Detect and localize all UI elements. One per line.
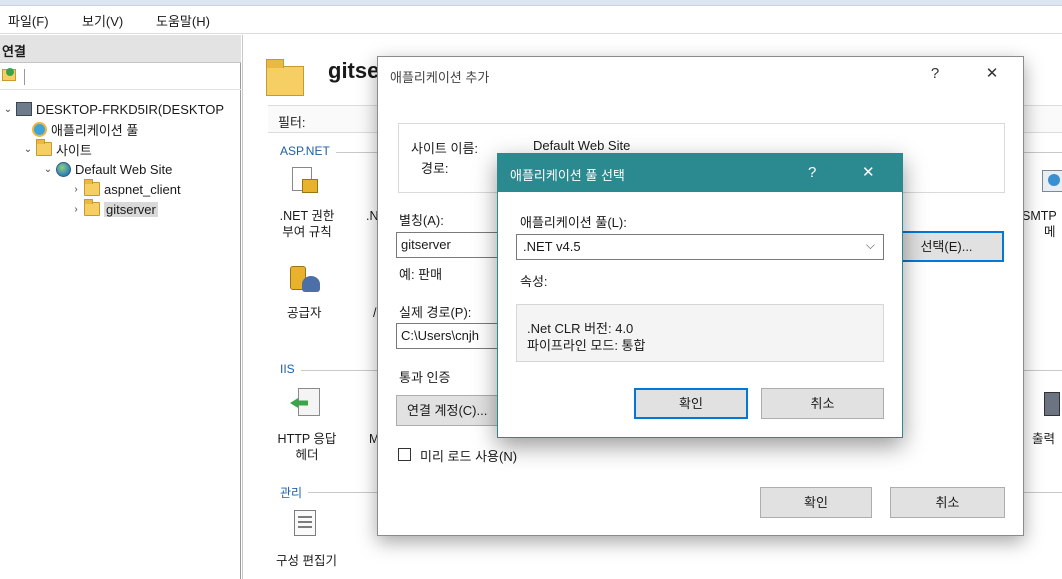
menu-view[interactable]: 보기(V) xyxy=(82,11,123,30)
feature-label-truncated: / xyxy=(373,306,377,320)
example-text: 예: 판매 xyxy=(399,267,443,282)
feature-label-http-headers-line2: 헤더 xyxy=(295,448,319,462)
feature-label-smtp-line1: SMTP xyxy=(1022,209,1057,223)
preload-checkbox[interactable] xyxy=(398,448,411,461)
alias-label: 별칭(A): xyxy=(399,213,444,228)
pool-dialog-titlebar: 애플리케이션 풀 선택 ? ✕ xyxy=(498,154,902,192)
filter-label: 필터: xyxy=(278,115,306,130)
expand-chevron-icon[interactable]: › xyxy=(70,204,82,215)
cancel-button[interactable]: 취소 xyxy=(890,487,1005,518)
server-icon xyxy=(16,102,32,116)
connections-header: 연결 xyxy=(0,35,241,63)
app-pool-selected-value: .NET v4.5 xyxy=(523,239,581,254)
providers-icon[interactable] xyxy=(290,262,322,294)
section-aspnet: ASP.NET xyxy=(280,144,336,158)
help-button[interactable]: ? xyxy=(923,65,947,82)
section-manage: 관리 xyxy=(280,484,309,501)
ok-button[interactable]: 확인 xyxy=(760,487,872,518)
feature-label-providers[interactable]: 공급자 xyxy=(287,305,322,321)
http-headers-icon[interactable] xyxy=(290,388,322,420)
help-button[interactable]: ? xyxy=(808,164,816,181)
tree-node-server[interactable]: ⌄ DESKTOP-FRKD5IR(DESKTOP xyxy=(2,99,224,119)
alias-input[interactable]: gitserver xyxy=(396,232,506,258)
tree-label-gitserver: gitserver xyxy=(104,201,158,217)
tree-node-default-site[interactable]: ⌄ Default Web Site xyxy=(42,159,172,179)
feature-label-http-headers[interactable]: HTTP 응답 헤더 xyxy=(276,431,338,463)
folder-icon xyxy=(84,179,100,196)
feature-label-http-headers-line1: HTTP 응답 xyxy=(277,432,337,446)
smtp-icon[interactable] xyxy=(1040,166,1062,198)
tree-label-sites: 사이트 xyxy=(56,142,92,158)
tree-label-server: DESKTOP-FRKD5IR(DESKTOP xyxy=(36,101,225,117)
close-icon[interactable]: ✕ xyxy=(862,163,875,181)
site-name-label: 사이트 이름: xyxy=(411,141,479,156)
select-app-pool-dialog: 애플리케이션 풀 선택 ? ✕ 애플리케이션 풀(L): .NET v4.5 ⌵… xyxy=(497,153,903,438)
select-pool-button[interactable]: 선택(E)... xyxy=(889,231,1004,262)
cancel-button[interactable]: 취소 xyxy=(761,388,884,419)
connect-as-button[interactable]: 연결 계정(C)... xyxy=(396,395,508,426)
menu-file[interactable]: 파일(F) xyxy=(8,11,49,30)
menu-bar: 파일(F) 보기(V) 도움말(H) xyxy=(0,6,1062,34)
feature-label-net-trust-line1: .NET 권한 xyxy=(279,209,335,223)
page-title: gitse xyxy=(328,58,380,83)
tree-node-gitserver[interactable]: › gitserver xyxy=(70,199,158,219)
pipeline-mode-text: 파이프라인 모드: 통합 xyxy=(527,338,646,353)
pool-label: 애플리케이션 풀(L): xyxy=(520,215,627,230)
connections-toolbar xyxy=(0,64,241,90)
feature-label-smtp-line2: 메 xyxy=(1044,225,1056,239)
site-name-value: Default Web Site xyxy=(533,138,631,153)
pool-dialog-title: 애플리케이션 풀 선택 xyxy=(510,168,625,183)
physical-path-input[interactable]: C:\Users\cnjh xyxy=(396,323,506,349)
toolbar-separator xyxy=(24,69,25,85)
app-pool-select[interactable]: .NET v4.5 ⌵ xyxy=(516,234,884,260)
tree-label-aspnet-client: aspnet_client xyxy=(104,181,181,197)
menu-help[interactable]: 도움말(H) xyxy=(156,11,210,30)
new-connection-icon[interactable] xyxy=(2,68,16,81)
feature-label-config-editor[interactable]: 구성 편집기 xyxy=(276,553,337,569)
sites-folder-icon xyxy=(36,139,52,156)
properties-box: .Net CLR 버전: 4.0 파이프라인 모드: 통합 xyxy=(516,304,884,362)
properties-label: 속성: xyxy=(520,274,548,289)
connections-panel: 연결 ⌄ DESKTOP-FRKD5IR(DESKTOP 애플리케이션 풀 ⌄ … xyxy=(0,35,241,579)
tree-node-sites[interactable]: ⌄ 사이트 xyxy=(22,139,92,159)
path-label: 경로: xyxy=(421,161,449,176)
expand-chevron-icon[interactable]: › xyxy=(70,184,82,195)
close-icon[interactable]: ✕ xyxy=(980,64,1004,82)
section-iis: IIS xyxy=(280,362,301,376)
tree-label-app-pools: 애플리케이션 풀 xyxy=(51,122,139,138)
dialog-title: 애플리케이션 추가 xyxy=(390,70,490,85)
tree-node-app-pools[interactable]: 애플리케이션 풀 xyxy=(30,119,138,139)
connection-plus-icon xyxy=(6,68,14,76)
trust-rules-icon[interactable] xyxy=(290,165,322,197)
feature-label-smtp[interactable]: SMTP 메 xyxy=(1022,208,1062,240)
tree-node-aspnet-client[interactable]: › aspnet_client xyxy=(70,179,181,199)
collapse-chevron-icon[interactable]: ⌄ xyxy=(2,104,14,115)
tree-label-default-site: Default Web Site xyxy=(75,161,173,177)
chevron-down-icon: ⌵ xyxy=(865,238,875,252)
collapse-chevron-icon[interactable]: ⌄ xyxy=(22,144,34,155)
globe-icon xyxy=(56,161,71,177)
pass-auth-label: 통과 인증 xyxy=(399,370,451,385)
physical-path-label: 실제 경로(P): xyxy=(399,305,472,320)
feature-label-net-trust[interactable]: .NET 권한 부여 규칙 xyxy=(276,208,338,240)
ok-button[interactable]: 확인 xyxy=(634,388,748,419)
collapse-chevron-icon[interactable]: ⌄ xyxy=(42,164,54,175)
feature-label-net-trust-line2: 부여 규칙 xyxy=(282,225,332,239)
app-pool-icon xyxy=(32,121,47,137)
output-icon[interactable] xyxy=(1040,388,1062,420)
folder-icon xyxy=(84,199,100,216)
preload-label: 미리 로드 사용(N) xyxy=(420,449,518,464)
site-folder-icon xyxy=(266,59,304,96)
feature-label-output[interactable]: 출력 xyxy=(1032,431,1055,447)
config-editor-icon[interactable] xyxy=(290,508,322,540)
